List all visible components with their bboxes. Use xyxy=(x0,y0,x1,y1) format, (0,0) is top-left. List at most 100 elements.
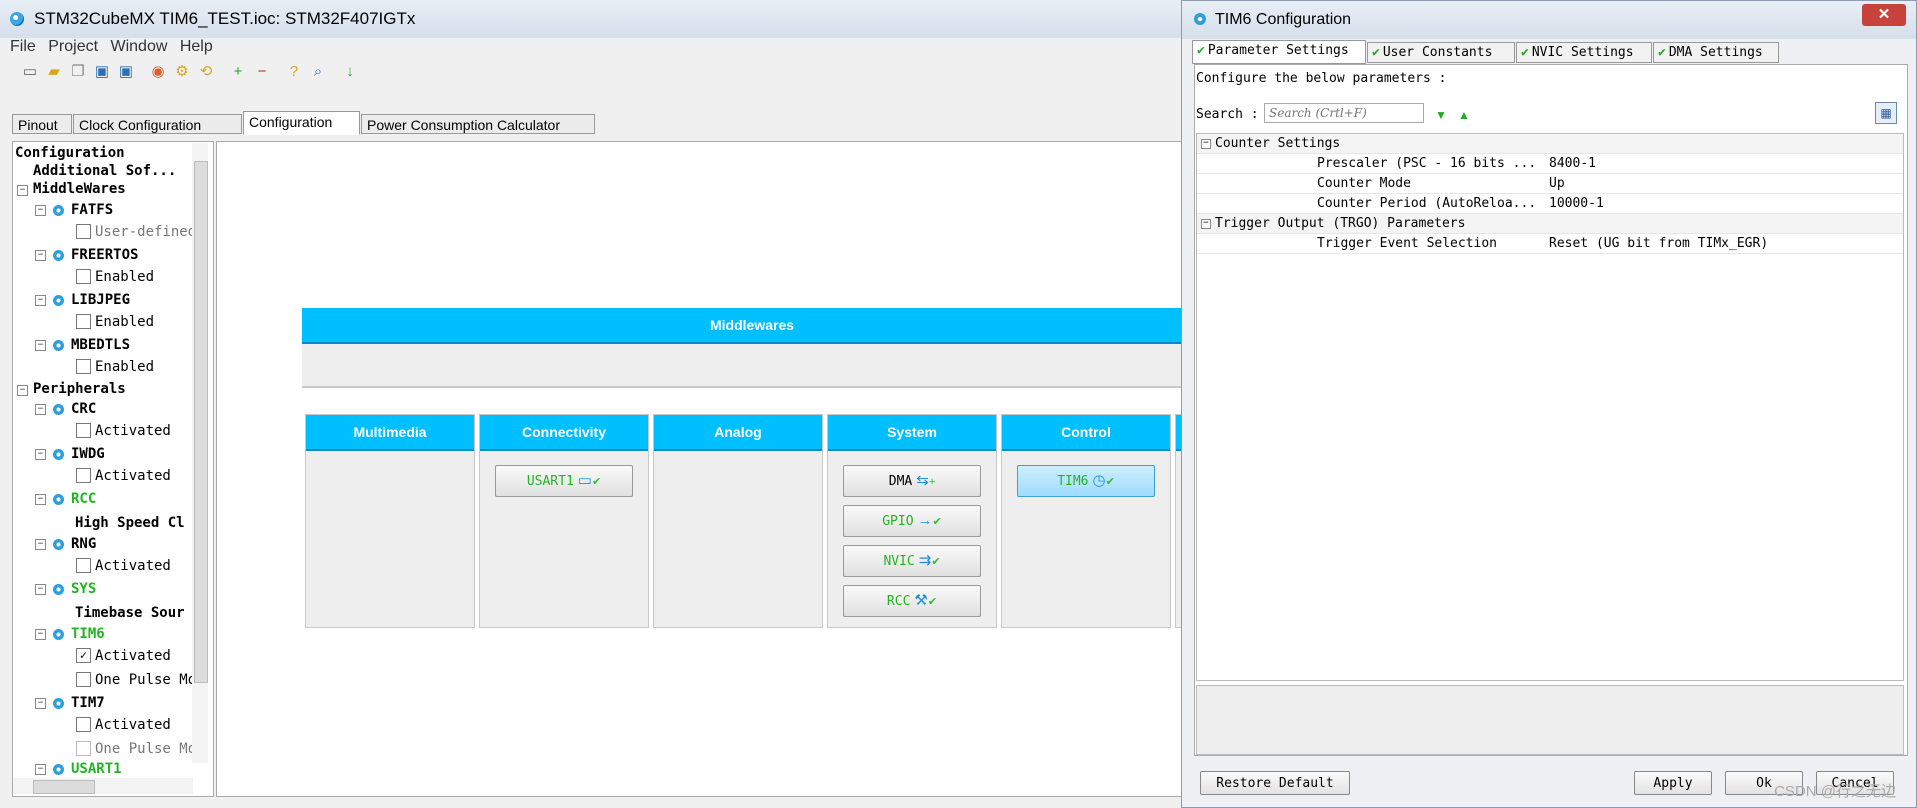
collapse-icon[interactable]: − xyxy=(17,185,28,196)
menu-window[interactable]: Window xyxy=(110,38,167,55)
open-folder-icon[interactable]: ▰ xyxy=(46,64,62,80)
rcc-button[interactable]: RCC ⚒✔ xyxy=(843,585,981,617)
tab-dma-settings[interactable]: ✔ DMA Settings xyxy=(1653,42,1779,63)
checkbox-libjpeg[interactable] xyxy=(76,314,91,329)
tree-tim6[interactable]: TIM6 xyxy=(71,625,105,643)
tab-parameter-settings[interactable]: ✔ Parameter Settings xyxy=(1192,40,1366,64)
apply-button[interactable]: Apply xyxy=(1634,771,1712,795)
checkbox-crc[interactable] xyxy=(76,423,91,438)
restore-default-button[interactable]: Restore Default xyxy=(1200,771,1350,795)
save-all-icon[interactable]: ▣ xyxy=(118,64,134,80)
tree-freertos[interactable]: FREERTOS xyxy=(71,246,138,264)
param-value[interactable]: Reset (UG bit from TIMx_EGR) xyxy=(1549,234,1768,253)
collapse-icon[interactable]: − xyxy=(35,764,46,775)
tree-crc[interactable]: CRC xyxy=(71,400,96,418)
param-row[interactable]: Trigger Event Selection Reset (UG bit fr… xyxy=(1197,234,1903,254)
tab-nvic-settings[interactable]: ✔ NVIC Settings xyxy=(1516,42,1652,63)
collapse-icon[interactable]: − xyxy=(35,629,46,640)
collapse-icon[interactable]: − xyxy=(35,404,46,415)
configuration-tree: Configuration Additional Sof... − Middle… xyxy=(12,141,214,797)
generate-report-icon[interactable]: ◉ xyxy=(150,64,166,80)
tree-rcc[interactable]: RCC xyxy=(71,490,96,508)
tree-tim7[interactable]: TIM7 xyxy=(71,694,105,712)
menu-project[interactable]: Project xyxy=(48,38,98,55)
checkbox-tim6-one-pulse[interactable] xyxy=(76,672,91,687)
grid-view-icon[interactable]: ▦ xyxy=(1875,102,1897,124)
nvic-button[interactable]: NVIC ⇉✔ xyxy=(843,545,981,577)
tree-fatfs[interactable]: FATFS xyxy=(71,201,113,219)
collapse-icon[interactable]: − xyxy=(17,385,28,396)
tree-rng-child: Activated xyxy=(95,558,171,574)
checkbox-rng[interactable] xyxy=(76,558,91,573)
scroll-thumb[interactable] xyxy=(194,161,208,683)
dma-button[interactable]: DMA ⇆+ xyxy=(843,465,981,497)
search-previous-icon[interactable]: ▲ xyxy=(1458,108,1470,122)
tree-usart1[interactable]: USART1 xyxy=(71,760,122,778)
collapse-icon[interactable]: − xyxy=(35,494,46,505)
scroll-thumb[interactable] xyxy=(33,780,95,794)
tab-pinout[interactable]: Pinout xyxy=(12,114,72,134)
download-arrow-icon[interactable]: ↓ xyxy=(342,64,358,80)
menu-help[interactable]: Help xyxy=(180,38,213,55)
collapse-icon[interactable]: − xyxy=(35,250,46,261)
tim6-button[interactable]: TIM6 ◷✔ xyxy=(1017,465,1155,497)
gpio-button[interactable]: GPIO →✔ xyxy=(843,505,981,537)
tree-vertical-scrollbar[interactable] xyxy=(192,143,208,763)
checkbox-freertos[interactable] xyxy=(76,269,91,284)
tree-sys[interactable]: SYS xyxy=(71,580,96,598)
tree-horizontal-scrollbar[interactable] xyxy=(13,778,193,794)
tree-additional[interactable]: Additional Sof... xyxy=(33,162,176,180)
remove-icon[interactable]: − xyxy=(254,64,270,80)
collapse-icon[interactable]: − xyxy=(1201,219,1211,229)
copy-icon[interactable]: ❐ xyxy=(70,64,86,80)
save-icon[interactable]: ▣ xyxy=(94,64,110,80)
tree-peripherals[interactable]: Peripherals xyxy=(33,380,126,398)
param-row[interactable]: Counter Period (AutoReloa... 10000-1 xyxy=(1197,194,1903,214)
checkbox-iwdg[interactable] xyxy=(76,468,91,483)
help-icon[interactable]: ? xyxy=(286,64,302,80)
tree-root[interactable]: Configuration xyxy=(15,144,125,162)
collapse-icon[interactable]: − xyxy=(35,449,46,460)
tab-configuration[interactable]: Configuration xyxy=(243,111,360,135)
checkbox-mbedtls[interactable] xyxy=(76,359,91,374)
collapse-icon[interactable]: − xyxy=(35,205,46,216)
group-counter-settings[interactable]: − Counter Settings xyxy=(1197,134,1903,154)
serial-port-icon: ▭ xyxy=(577,472,592,489)
collapse-icon[interactable]: − xyxy=(35,295,46,306)
checkbox-tim7-activated[interactable] xyxy=(76,717,91,732)
tree-rng[interactable]: RNG xyxy=(71,535,96,553)
search-next-icon[interactable]: ▼ xyxy=(1435,108,1447,122)
collapse-icon[interactable]: − xyxy=(1201,139,1211,149)
tree-libjpeg[interactable]: LIBJPEG xyxy=(71,291,130,309)
param-row[interactable]: Counter Mode Up xyxy=(1197,174,1903,194)
add-icon[interactable]: + xyxy=(230,64,246,80)
tab-power-consumption[interactable]: Power Consumption Calculator xyxy=(361,114,595,134)
collapse-icon[interactable]: − xyxy=(35,698,46,709)
search-icon[interactable]: ⌕ xyxy=(310,64,326,80)
group-trigger-output[interactable]: − Trigger Output (TRGO) Parameters xyxy=(1197,214,1903,234)
close-button[interactable]: ✕ xyxy=(1862,4,1906,26)
tab-user-constants[interactable]: ✔ User Constants xyxy=(1367,42,1515,63)
checkbox-fatfs[interactable] xyxy=(76,224,91,239)
checkbox-tim7-one-pulse[interactable] xyxy=(76,741,91,756)
param-value[interactable]: 10000-1 xyxy=(1549,194,1604,213)
tab-clock-configuration[interactable]: Clock Configuration xyxy=(73,114,242,134)
search-input[interactable] xyxy=(1264,103,1424,123)
usart1-button[interactable]: USART1 ▭✔ xyxy=(495,465,633,497)
collapse-icon[interactable]: − xyxy=(35,340,46,351)
param-value[interactable]: Up xyxy=(1549,174,1565,193)
import-icon[interactable]: ⟲ xyxy=(198,64,214,80)
menu-file[interactable]: File xyxy=(10,38,36,55)
generate-code-icon[interactable]: ⚙ xyxy=(174,64,190,80)
tree-iwdg[interactable]: IWDG xyxy=(71,445,105,463)
plus-icon: + xyxy=(928,476,936,488)
category-multimedia: Multimedia xyxy=(305,414,475,628)
param-row[interactable]: Prescaler (PSC - 16 bits ... 8400-1 xyxy=(1197,154,1903,174)
collapse-icon[interactable]: − xyxy=(35,539,46,550)
collapse-icon[interactable]: − xyxy=(35,584,46,595)
new-project-icon[interactable]: ▭ xyxy=(22,64,38,80)
checkbox-tim6-activated[interactable]: ✓ xyxy=(76,648,91,663)
tree-middlewares[interactable]: MiddleWares xyxy=(33,180,126,198)
param-value[interactable]: 8400-1 xyxy=(1549,154,1596,173)
tree-mbedtls[interactable]: MBEDTLS xyxy=(71,336,130,354)
